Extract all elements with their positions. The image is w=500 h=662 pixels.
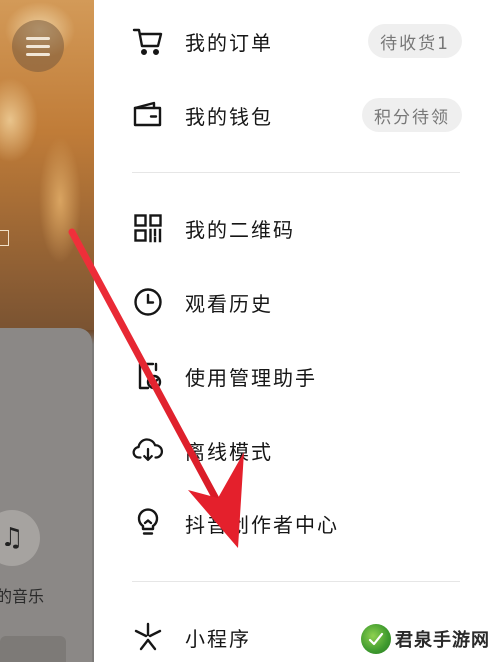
watermark-text: 君泉手游网 xyxy=(395,630,490,651)
cloud-download-icon xyxy=(132,434,164,466)
menu-item-my-qr-code[interactable]: 我的二维码 xyxy=(94,200,500,256)
menu-item-label: 我的二维码 xyxy=(185,217,295,242)
menu-item-label: 离线模式 xyxy=(185,439,273,464)
menu-item-my-orders[interactable]: 我的订单 待收货1 xyxy=(94,13,500,69)
background-bottom-bar xyxy=(0,636,66,662)
menu-item-my-wallet[interactable]: 我的钱包 积分待领 xyxy=(94,87,500,143)
screen: ♫ 的音乐 我的订单 待收货1 我的钱包 积分待领 我的二维码 观看历史 使用管… xyxy=(0,0,500,662)
mini-program-icon xyxy=(132,621,164,653)
watermark-logo-icon xyxy=(361,624,391,654)
hamburger-menu-icon[interactable] xyxy=(12,20,64,72)
pending-receipt-badge: 待收货1 xyxy=(368,24,462,58)
side-drawer: 我的订单 待收货1 我的钱包 积分待领 我的二维码 观看历史 使用管理助手 离线… xyxy=(94,0,500,662)
points-pending-badge: 积分待领 xyxy=(362,98,462,132)
section-divider xyxy=(132,172,460,173)
edge-glyph-icon xyxy=(0,230,9,246)
menu-item-label: 使用管理助手 xyxy=(185,365,317,390)
menu-item-label: 小程序 xyxy=(185,626,251,651)
menu-item-label: 我的订单 xyxy=(185,30,273,55)
site-watermark: 君泉手游网 xyxy=(355,622,496,656)
cart-icon xyxy=(132,25,164,57)
section-divider xyxy=(132,581,460,582)
menu-item-creator-center[interactable]: 抖音创作者中心 xyxy=(94,495,500,551)
wallet-icon xyxy=(132,99,164,131)
background-card xyxy=(0,328,92,662)
background-feed: ♫ 的音乐 xyxy=(0,0,94,662)
phone-manager-icon xyxy=(132,360,164,392)
clock-icon xyxy=(132,286,164,318)
menu-item-usage-manager[interactable]: 使用管理助手 xyxy=(94,348,500,404)
qr-code-icon xyxy=(132,212,164,244)
menu-item-label: 抖音创作者中心 xyxy=(185,512,339,537)
music-label: 的音乐 xyxy=(0,587,45,606)
lightbulb-icon xyxy=(132,507,164,539)
menu-item-label: 观看历史 xyxy=(185,291,273,316)
menu-item-watch-history[interactable]: 观看历史 xyxy=(94,274,500,330)
menu-item-offline-mode[interactable]: 离线模式 xyxy=(94,422,500,478)
menu-item-label: 我的钱包 xyxy=(185,104,273,129)
